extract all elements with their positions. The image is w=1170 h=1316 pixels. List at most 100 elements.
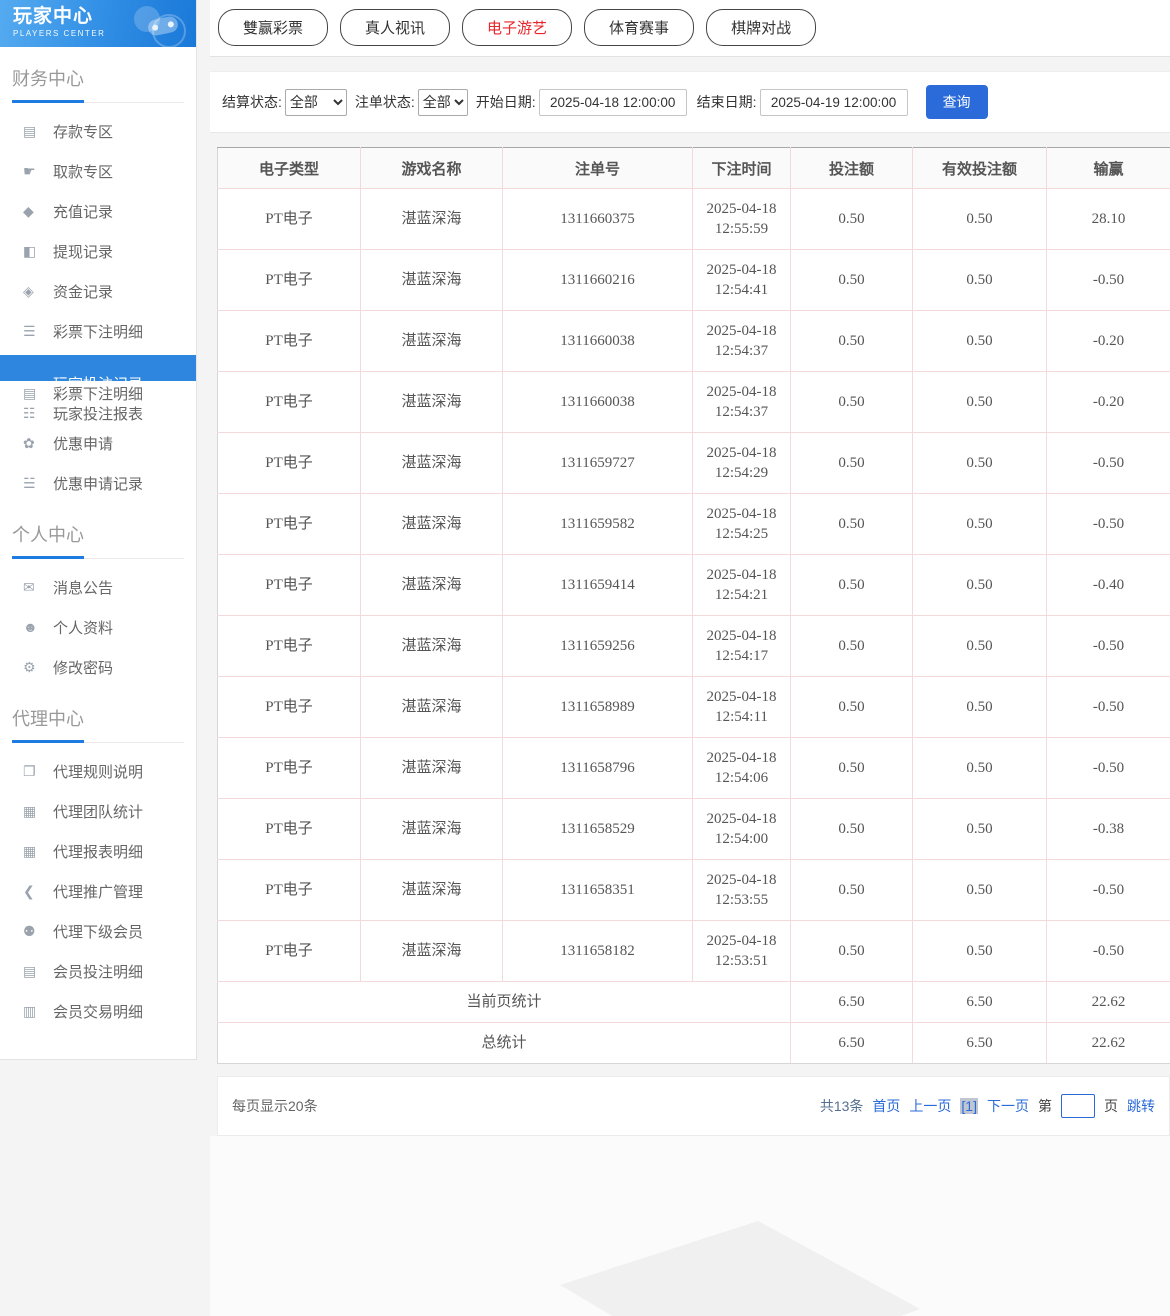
sidebar-item[interactable]: ☱优惠申请记录 — [0, 463, 196, 503]
table-cell: 1311658182 — [503, 921, 693, 982]
sidebar-item[interactable]: ⚉代理下级会员 — [0, 911, 196, 951]
table-cell: 0.50 — [913, 189, 1047, 250]
sidebar-item[interactable]: ▥会员交易明细 — [0, 991, 196, 1031]
sidebar-item-label: 优惠申请记录 — [53, 473, 143, 494]
sidebar-item[interactable]: ◆充值记录 — [0, 191, 196, 231]
next-page-link[interactable]: 下一页 — [987, 1096, 1029, 1116]
order-status-select[interactable]: 全部 — [418, 89, 468, 116]
tab-5[interactable]: 棋牌对战 — [706, 9, 816, 46]
per-page-label: 每页显示20条 — [232, 1096, 318, 1116]
table-cell: 0.50 — [791, 677, 913, 738]
table-row: PT电子湛蓝深海13116585292025-04-1812:54:000.50… — [218, 799, 1170, 860]
search-button[interactable]: 查询 — [926, 85, 988, 119]
summary-win-loss-total: 22.62 — [1047, 1023, 1170, 1064]
jump-link[interactable]: 跳转 — [1127, 1096, 1155, 1116]
sidebar-item[interactable]: ▦代理团队统计 — [0, 791, 196, 831]
bet-date: 2025-04-18 — [693, 931, 790, 951]
table-cell: PT电子 — [218, 799, 361, 860]
table-row: PT电子湛蓝深海13116589892025-04-1812:54:110.50… — [218, 677, 1170, 738]
cell-bet-time: 2025-04-1812:54:00 — [693, 799, 791, 860]
table-row: PT电子湛蓝深海13116583512025-04-1812:53:550.50… — [218, 860, 1170, 921]
tab-1[interactable]: 雙赢彩票 — [218, 9, 328, 46]
table-cell: 湛蓝深海 — [361, 189, 503, 250]
sidebar-item[interactable]: ▤存款专区 — [0, 111, 196, 151]
page-number-input[interactable] — [1061, 1094, 1095, 1118]
sidebar-item-label: 代理团队统计 — [53, 801, 143, 822]
sidebar-item[interactable]: ☰彩票下注明细 — [0, 311, 196, 351]
end-date-input[interactable] — [760, 89, 908, 116]
table-cell: PT电子 — [218, 860, 361, 921]
sidebar-item-label: 玩家投注记录 — [53, 370, 143, 381]
start-date-label: 开始日期: — [476, 92, 536, 112]
tab-4[interactable]: 体育赛事 — [584, 9, 694, 46]
table-cell: 0.50 — [791, 738, 913, 799]
total-count-label: 共13条 — [820, 1096, 864, 1116]
table-cell: 28.10 — [1047, 189, 1170, 250]
tab-3[interactable]: 电子游艺 — [462, 9, 572, 46]
order-status-label: 注单状态: — [355, 92, 415, 112]
bet-date: 2025-04-18 — [693, 199, 790, 219]
sidebar-item[interactable]: ◧提现记录 — [0, 231, 196, 271]
table-row: PT电子湛蓝深海13116581822025-04-1812:53:510.50… — [218, 921, 1170, 982]
prev-page-link[interactable]: 上一页 — [909, 1096, 951, 1116]
sidebar-item[interactable]: ▤彩票下注明细 — [0, 383, 196, 403]
sidebar-item[interactable]: ✿优惠申请 — [0, 423, 196, 463]
recharge-moneybag-icon: ◆ — [23, 203, 53, 220]
column-header: 输赢 — [1047, 148, 1170, 189]
player-bet-record-icon: ▤ — [23, 370, 53, 381]
sidebar-item[interactable]: ❐代理规则说明 — [0, 751, 196, 791]
table-cell: 1311659582 — [503, 494, 693, 555]
column-header: 注单号 — [503, 148, 693, 189]
sidebar-item[interactable]: ▤会员投注明细 — [0, 951, 196, 991]
bet-time: 12:53:55 — [693, 890, 790, 910]
table-cell: 0.50 — [913, 921, 1047, 982]
table-cell: 0.50 — [913, 494, 1047, 555]
bet-time: 12:54:41 — [693, 280, 790, 300]
bet-time: 12:55:59 — [693, 219, 790, 239]
sidebar-item[interactable]: ▦代理报表明细 — [0, 831, 196, 871]
table-row: PT电子湛蓝深海13116595822025-04-1812:54:250.50… — [218, 494, 1170, 555]
table-cell: 湛蓝深海 — [361, 311, 503, 372]
column-header: 游戏名称 — [361, 148, 503, 189]
tab-2[interactable]: 真人视讯 — [340, 9, 450, 46]
profile-person-icon: ☻ — [23, 619, 53, 635]
bet-date: 2025-04-18 — [693, 809, 790, 829]
column-header: 电子类型 — [218, 148, 361, 189]
table-row: PT电子湛蓝深海13116603752025-04-1812:55:590.50… — [218, 189, 1170, 250]
sidebar-item[interactable]: ◈资金记录 — [0, 271, 196, 311]
sidebar-item[interactable]: ☷玩家投注报表 — [0, 403, 196, 423]
table-cell: 0.50 — [913, 860, 1047, 921]
sidebar-item[interactable]: ☛取款专区 — [0, 151, 196, 191]
table-cell: -0.20 — [1047, 372, 1170, 433]
sidebar-item[interactable]: ☻个人资料 — [0, 607, 196, 647]
table-cell: 0.50 — [791, 372, 913, 433]
table-cell: 1311659727 — [503, 433, 693, 494]
bet-time: 12:54:00 — [693, 829, 790, 849]
table-cell: 湛蓝深海 — [361, 372, 503, 433]
page-prefix-label: 第 — [1038, 1096, 1052, 1116]
first-page-link[interactable]: 首页 — [872, 1096, 900, 1116]
sidebar-item[interactable]: ✉消息公告 — [0, 567, 196, 607]
table-cell: PT电子 — [218, 616, 361, 677]
promo-apply-record-icon: ☱ — [23, 475, 53, 492]
bet-time: 12:54:11 — [693, 707, 790, 727]
table-cell: PT电子 — [218, 250, 361, 311]
column-header: 有效投注额 — [913, 148, 1047, 189]
column-header: 下注时间 — [693, 148, 791, 189]
sidebar-item[interactable]: ⚙修改密码 — [0, 647, 196, 687]
settle-status-label: 结算状态: — [222, 92, 282, 112]
table-row: PT电子湛蓝深海13116602162025-04-1812:54:410.50… — [218, 250, 1170, 311]
promo-apply-icon: ✿ — [23, 435, 53, 452]
sidebar-item[interactable]: ❮代理推广管理 — [0, 871, 196, 911]
settle-status-select[interactable]: 全部 — [285, 89, 347, 116]
table-cell: 0.50 — [791, 311, 913, 372]
table-cell: 湛蓝深海 — [361, 738, 503, 799]
lottery-bet-detail-icon: ▤ — [23, 385, 53, 402]
table-row: PT电子湛蓝深海13116600382025-04-1812:54:370.50… — [218, 311, 1170, 372]
pagination-bar: 每页显示20条 共13条 首页 上一页 [1] 下一页 第 页 跳转 — [217, 1076, 1170, 1136]
sidebar-item[interactable]: ▤玩家投注记录 — [0, 355, 196, 381]
sidebar-item-label: 个人资料 — [53, 617, 113, 638]
sidebar-item-label: 优惠申请 — [53, 433, 113, 454]
table-cell: 0.50 — [791, 616, 913, 677]
start-date-input[interactable] — [539, 89, 687, 116]
